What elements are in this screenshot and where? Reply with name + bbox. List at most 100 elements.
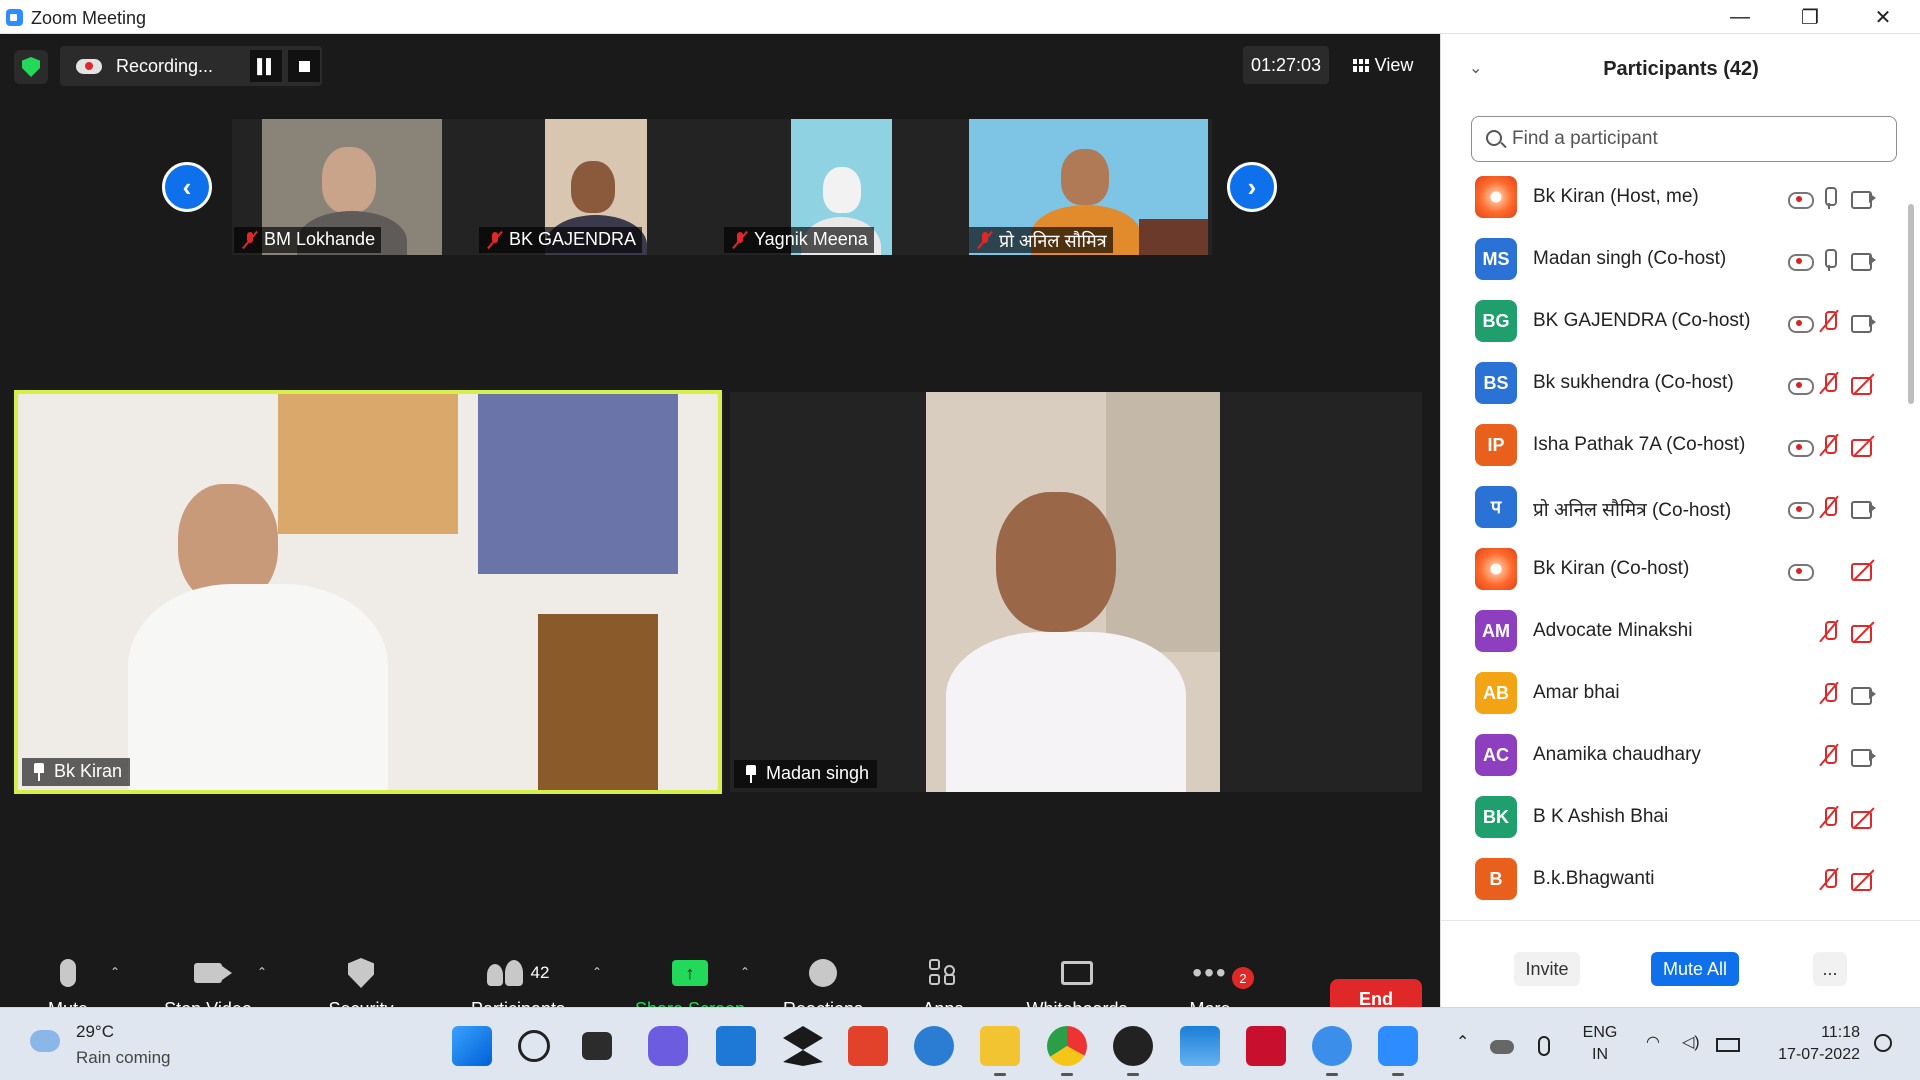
participant-row[interactable]: प प्रो अनिल सौमित्र (Co-host) <box>1471 478 1881 540</box>
video-options-caret[interactable]: ⌃ <box>257 965 271 979</box>
participant-name: Bk Kiran (Co-host) <box>1533 558 1690 579</box>
video-off-icon[interactable] <box>1851 372 1877 396</box>
participant-search[interactable] <box>1471 116 1897 162</box>
video-camera-icon <box>194 963 232 983</box>
muted-microphone-icon[interactable] <box>1817 310 1843 334</box>
participant-row[interactable]: IP Isha Pathak 7A (Co-host) <box>1471 416 1881 478</box>
windows-start-icon[interactable] <box>452 1026 492 1066</box>
dropbox-icon[interactable] <box>783 1026 823 1066</box>
mute-all-button[interactable]: Mute All <box>1651 952 1739 986</box>
participant-row[interactable]: AB Amar bhai <box>1471 664 1881 726</box>
mcafee-icon[interactable] <box>1246 1026 1286 1066</box>
participant-row[interactable]: AM Advocate Minakshi <box>1471 602 1881 664</box>
participant-name: Anamika chaudhary <box>1533 744 1701 765</box>
more-options-button[interactable]: ... <box>1813 952 1847 986</box>
onedrive-icon[interactable] <box>1490 1040 1514 1054</box>
view-button[interactable]: View <box>1340 46 1426 84</box>
muted-microphone-icon[interactable] <box>1817 620 1843 644</box>
share-options-caret[interactable]: ⌃ <box>740 965 754 979</box>
microphone-tray-icon[interactable] <box>1538 1036 1550 1056</box>
participant-row[interactable]: B B.k.Bhagwanti <box>1471 850 1881 912</box>
next-page-button[interactable]: › <box>1227 162 1277 212</box>
participant-row[interactable]: BK B K Ashish Bhai <box>1471 788 1881 850</box>
participant-name-label: BM Lokhande <box>234 227 382 253</box>
media-player-icon[interactable] <box>1113 1026 1153 1076</box>
close-button[interactable]: ✕ <box>1848 0 1918 34</box>
previous-page-button[interactable]: ‹ <box>162 162 212 212</box>
video-off-icon[interactable] <box>1851 620 1877 644</box>
muted-microphone-icon[interactable] <box>1817 868 1843 892</box>
muted-microphone-icon[interactable] <box>1817 434 1843 458</box>
system-clock[interactable]: 11:18 17-07-2022 <box>1760 1022 1860 1066</box>
muted-microphone-icon[interactable] <box>1817 806 1843 830</box>
participant-name: प्रो अनिल सौमित्र (Co-host) <box>1533 500 1732 521</box>
participant-row[interactable]: Bk Kiran (Host, me) <box>1471 168 1881 230</box>
recording-cloud-icon <box>1787 310 1814 334</box>
pin-icon <box>744 765 758 783</box>
video-camera-icon[interactable] <box>1851 744 1877 768</box>
collapse-chevron-icon[interactable]: ⌄ <box>1469 58 1482 78</box>
muted-microphone-icon[interactable] <box>1817 496 1843 520</box>
chrome-icon[interactable] <box>1047 1026 1087 1076</box>
participant-name: BK GAJENDRA (Co-host) <box>1533 310 1751 331</box>
participants-options-caret[interactable]: ⌃ <box>592 965 606 979</box>
mail-icon[interactable] <box>716 1026 756 1066</box>
muted-microphone-icon[interactable] <box>1817 744 1843 768</box>
battery-icon[interactable] <box>1716 1038 1740 1052</box>
search-icon <box>1486 130 1502 146</box>
encryption-shield-icon[interactable] <box>14 50 48 84</box>
volume-icon[interactable]: ◁) <box>1682 1032 1700 1052</box>
language-indicator[interactable]: ENG IN <box>1580 1022 1620 1066</box>
video-thumbnail[interactable]: Yagnik Meena <box>722 119 967 255</box>
office-icon[interactable] <box>848 1026 888 1066</box>
audio-options-caret[interactable]: ⌃ <box>110 965 124 979</box>
minimize-button[interactable]: — <box>1705 0 1775 34</box>
participant-row[interactable]: BS Bk sukhendra (Co-host) <box>1471 354 1881 416</box>
search-input[interactable] <box>1512 125 1882 153</box>
task-view-icon[interactable] <box>582 1032 612 1060</box>
zoom-meetings-app-icon[interactable] <box>1312 1026 1352 1076</box>
participant-row[interactable]: Bk Kiran (Co-host) <box>1471 540 1881 602</box>
video-off-icon[interactable] <box>1851 806 1877 830</box>
video-camera-icon[interactable] <box>1851 496 1877 520</box>
video-thumbnail[interactable]: BK GAJENDRA <box>477 119 722 255</box>
restore-button[interactable]: ❐ <box>1775 0 1845 34</box>
title-bar: Zoom Meeting — ❐ ✕ <box>0 0 1920 34</box>
teams-chat-icon[interactable] <box>648 1026 688 1066</box>
video-off-icon[interactable] <box>1851 558 1877 582</box>
cloud-record-icon <box>76 59 102 74</box>
video-camera-icon[interactable] <box>1851 248 1877 272</box>
file-explorer-icon[interactable] <box>980 1026 1020 1076</box>
participant-row[interactable]: MS Madan singh (Co-host) <box>1471 230 1881 292</box>
video-thumbnail[interactable]: प्रो अनिल सौमित्र <box>967 119 1212 255</box>
tray-chevron-icon[interactable]: ⌃ <box>1456 1032 1469 1052</box>
video-camera-icon[interactable] <box>1851 310 1877 334</box>
participant-row[interactable]: BG BK GAJENDRA (Co-host) <box>1471 292 1881 354</box>
video-camera-icon[interactable] <box>1851 186 1877 210</box>
video-thumbnail[interactable]: BM Lokhande <box>232 119 477 255</box>
active-speaker-tile[interactable]: Bk Kiran <box>14 390 722 794</box>
pause-recording-button[interactable]: ▌▌ <box>250 50 282 82</box>
search-icon[interactable] <box>518 1030 550 1062</box>
zoom-icon[interactable] <box>1378 1026 1418 1076</box>
wifi-icon[interactable]: ◠ <box>1646 1032 1660 1052</box>
video-camera-icon[interactable] <box>1851 682 1877 706</box>
participants-panel: Participants (42) ⌄ Bk Kiran (Host, me) M… <box>1440 34 1920 1007</box>
muted-microphone-icon[interactable] <box>1817 372 1843 396</box>
microphone-icon[interactable] <box>1817 186 1843 210</box>
photos-icon[interactable] <box>1180 1026 1220 1066</box>
video-off-icon[interactable] <box>1851 868 1877 892</box>
audio-app-icon[interactable] <box>914 1026 954 1066</box>
notification-moon-icon[interactable] <box>1874 1034 1892 1052</box>
muted-mic-icon <box>732 231 748 249</box>
meeting-timer: 01:27:03 <box>1243 46 1329 84</box>
microphone-icon[interactable] <box>1817 248 1843 272</box>
participant-name-label: BK GAJENDRA <box>479 227 643 253</box>
participant-list-scrollbar[interactable] <box>1908 164 1914 764</box>
video-off-icon[interactable] <box>1851 434 1877 458</box>
video-tile[interactable]: Madan singh <box>730 392 1422 792</box>
participant-row[interactable]: AC Anamika chaudhary <box>1471 726 1881 788</box>
stop-recording-button[interactable] <box>288 50 320 82</box>
invite-button[interactable]: Invite <box>1514 952 1580 986</box>
muted-microphone-icon[interactable] <box>1817 682 1843 706</box>
